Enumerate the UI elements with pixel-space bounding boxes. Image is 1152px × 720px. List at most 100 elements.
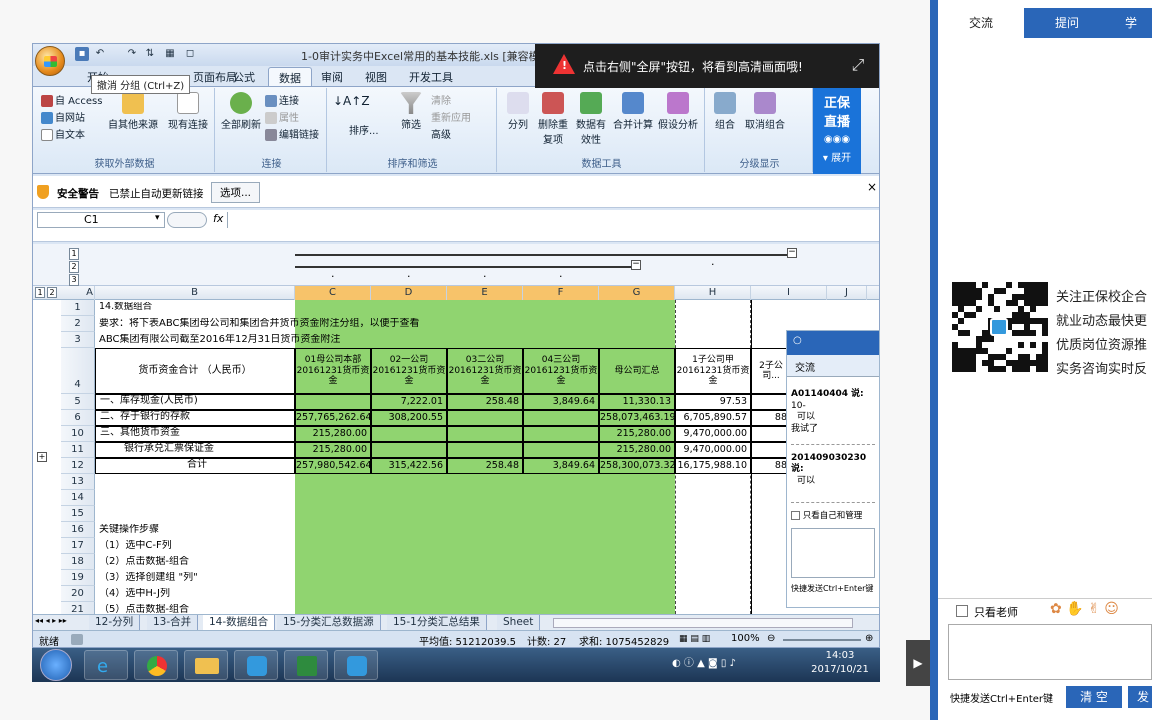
table-cell[interactable]: 97.53: [675, 394, 751, 410]
row-header[interactable]: 1: [61, 300, 95, 316]
name-box[interactable]: C1: [37, 212, 165, 228]
chat-input[interactable]: [948, 624, 1152, 680]
table-cell[interactable]: 215,280.00: [295, 442, 371, 458]
column-b[interactable]: B: [95, 286, 295, 300]
connections-button[interactable]: 连接: [265, 92, 299, 107]
only-teacher-checkbox[interactable]: [956, 605, 968, 617]
expand-button[interactable]: ▾ 展开: [813, 149, 861, 164]
table-cell[interactable]: 6,705,890.57: [675, 410, 751, 426]
live-badge[interactable]: 正保 直播 ◉◉◉ ▾ 展开: [813, 88, 861, 174]
sheet-tab[interactable]: Sheet: [497, 615, 541, 630]
table-header[interactable]: 04三公司20161231货币资金: [523, 348, 599, 394]
table-header-label[interactable]: 货币资金合计 （人民币）: [95, 348, 295, 394]
row-header[interactable]: 21: [61, 602, 95, 614]
column-c[interactable]: C: [295, 286, 371, 300]
tray-icons[interactable]: ◐ ⓘ ▲ ◙ ▯ ♪: [672, 654, 736, 669]
expand-rows-button[interactable]: +: [37, 452, 47, 462]
table-cell[interactable]: 9,470,000.00: [675, 442, 751, 458]
table-cell[interactable]: 3,849.64: [523, 394, 599, 410]
tab-chat[interactable]: 交流: [938, 8, 1024, 38]
column-f[interactable]: F: [523, 286, 599, 300]
column-g[interactable]: G: [599, 286, 675, 300]
table-cell[interactable]: 88: [751, 458, 791, 474]
edit-links-button[interactable]: 编辑链接: [265, 126, 319, 141]
text-to-columns-button[interactable]: 分列: [503, 92, 533, 131]
table-cell[interactable]: 258.48: [447, 458, 523, 474]
sheet-tab[interactable]: 13-合并: [147, 615, 199, 630]
column-h[interactable]: H: [675, 286, 751, 300]
sort-button[interactable]: 排序...: [349, 122, 379, 137]
only-self-checkbox[interactable]: [791, 510, 800, 520]
chevron-down-icon[interactable]: ▾: [155, 213, 160, 223]
refresh-all-button[interactable]: 全部刷新: [221, 92, 261, 131]
table-cell[interactable]: 9,470,000.00: [675, 426, 751, 442]
table-cell[interactable]: 11,330.13: [599, 394, 675, 410]
step-line[interactable]: （3）选择创建组 "列": [99, 572, 198, 584]
what-if-button[interactable]: 假设分析: [655, 92, 701, 131]
existing-connections-button[interactable]: 现有连接: [165, 92, 211, 131]
outline-level-1[interactable]: 1: [69, 248, 79, 260]
column-e[interactable]: E: [447, 286, 523, 300]
tab-formulas[interactable]: 公式: [223, 67, 265, 86]
zoom-in-icon[interactable]: ⊕: [865, 633, 873, 644]
emoji-icons[interactable]: ✿ ✋ ✌ ☺: [1050, 601, 1119, 617]
table-cell[interactable]: 258,073,463.19: [599, 410, 675, 426]
tab-view[interactable]: 视图: [355, 67, 397, 86]
table-cell[interactable]: [751, 394, 791, 410]
office-button[interactable]: [35, 46, 65, 76]
from-web-button[interactable]: 自网站: [41, 109, 85, 124]
row-header[interactable]: 12: [61, 458, 95, 474]
table-cell[interactable]: 3,849.64: [523, 458, 599, 474]
table-cell[interactable]: 315,422.56: [371, 458, 447, 474]
table-cell[interactable]: [523, 442, 599, 458]
column-d[interactable]: D: [371, 286, 447, 300]
horizontal-scrollbar[interactable]: [553, 618, 853, 628]
row-label[interactable]: 合计: [95, 458, 295, 474]
fullscreen-icon[interactable]: ⤢: [841, 48, 875, 82]
sort-icon[interactable]: ⇅: [143, 47, 157, 61]
table-cell[interactable]: 215,280.00: [599, 426, 675, 442]
table-cell[interactable]: [447, 426, 523, 442]
sort-asc-icon[interactable]: ↓A↑Z: [333, 94, 370, 108]
table-cell[interactable]: [523, 426, 599, 442]
column-j[interactable]: J: [827, 286, 867, 300]
row-label[interactable]: 一、库存现金(人民币): [95, 394, 295, 410]
row-header[interactable]: 16: [61, 522, 95, 538]
table-header[interactable]: 2子公司...: [751, 348, 791, 394]
cell-b3[interactable]: ABC集团有限公司截至2016年12月31日货币资金附注: [99, 334, 340, 346]
step-line[interactable]: （4）选中H-J列: [99, 588, 170, 600]
sheet-tab[interactable]: 15-分类汇总数据源: [277, 615, 381, 630]
outline-level-2[interactable]: 2: [69, 261, 79, 273]
row-header[interactable]: 5: [61, 394, 95, 410]
row-header[interactable]: 6: [61, 410, 95, 426]
start-button[interactable]: [40, 649, 72, 681]
preview-icon[interactable]: ◻: [183, 47, 197, 61]
consolidate-button[interactable]: 合并计算: [611, 92, 655, 131]
cell-b2[interactable]: 要求：将下表ABC集团母公司和集团合并货币资金附注分组，以便于查看: [99, 318, 420, 330]
ungroup-button[interactable]: 取消组合: [743, 92, 787, 131]
step-line[interactable]: （1）选中C-F列: [99, 540, 172, 552]
row-label[interactable]: 银行承兑汇票保证金: [95, 442, 295, 458]
row-outline-level-1[interactable]: 1: [35, 287, 45, 298]
table-header[interactable]: 03二公司20161231货币资金: [447, 348, 523, 394]
table-cell[interactable]: 257,980,542.64: [295, 458, 371, 474]
row-label[interactable]: 二、存于银行的存款: [95, 410, 295, 426]
table-cell[interactable]: [523, 410, 599, 426]
chat-popup-tab[interactable]: 交流: [787, 355, 879, 377]
sheet-nav-icon[interactable]: ◂◂ ◂ ▸ ▸▸: [35, 616, 67, 625]
chat-popup-input[interactable]: [791, 527, 875, 578]
sheet-tab-active[interactable]: 14-数据组合: [203, 615, 276, 630]
step-line[interactable]: （5）点击数据-组合: [99, 604, 189, 614]
table-cell[interactable]: [371, 442, 447, 458]
row-outline-level-2[interactable]: 2: [47, 287, 57, 298]
ie-icon[interactable]: e: [84, 650, 128, 680]
clear-button[interactable]: 清 空: [1066, 686, 1122, 708]
chrome-icon[interactable]: [134, 650, 178, 680]
from-other-sources-button[interactable]: 自其他来源: [107, 92, 159, 131]
column-a[interactable]: A: [85, 286, 95, 300]
row-label[interactable]: 三、其他货币资金: [95, 426, 295, 442]
table-header[interactable]: 01母公司本部20161231货币资金: [295, 348, 371, 394]
send-button[interactable]: 发: [1128, 686, 1152, 708]
save-icon[interactable]: ▪: [75, 47, 89, 61]
row-header[interactable]: 3: [61, 332, 95, 348]
